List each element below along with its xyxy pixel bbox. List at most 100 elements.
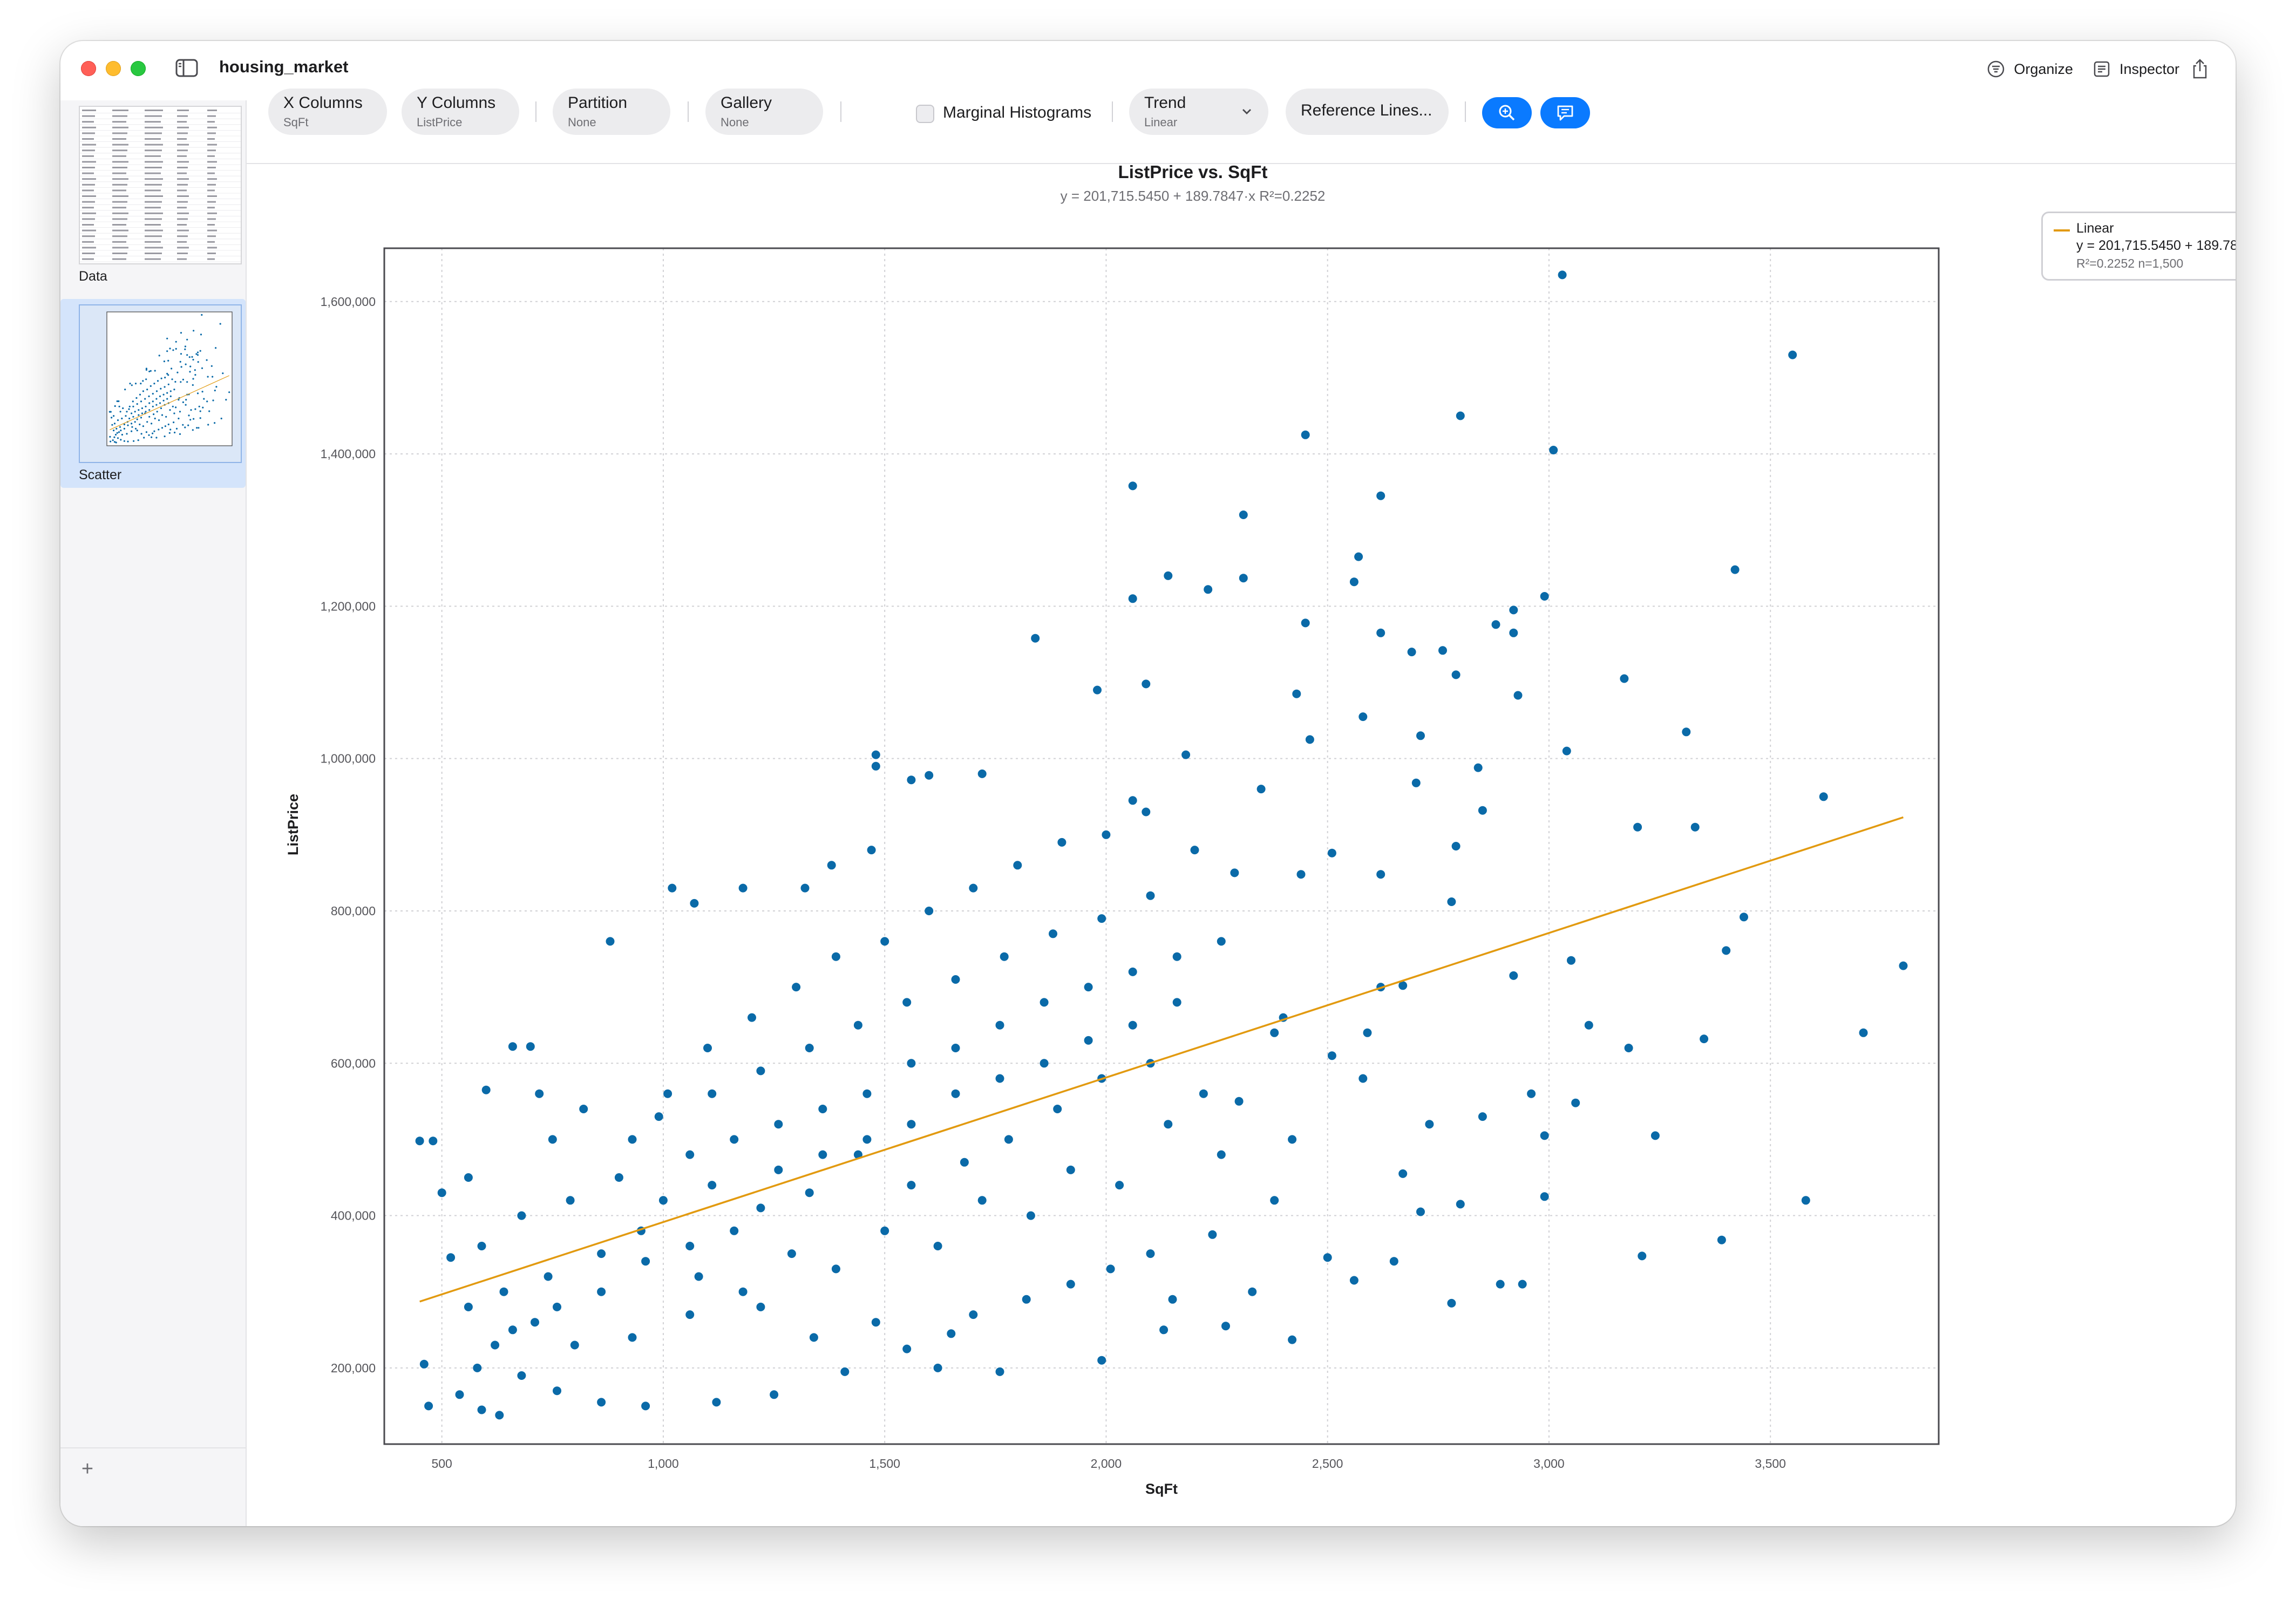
data-point <box>1425 1120 1434 1129</box>
data-point <box>871 750 880 759</box>
data-point <box>1438 646 1447 655</box>
data-point <box>1416 1207 1425 1216</box>
data-point <box>1633 822 1642 832</box>
data-point <box>969 883 978 893</box>
data-point <box>1411 778 1421 787</box>
data-point <box>1190 846 1199 855</box>
data-point <box>1057 838 1067 847</box>
data-point <box>1128 796 1137 805</box>
data-point <box>951 1044 960 1052</box>
data-point <box>499 1287 508 1296</box>
legend-series-name: Linear <box>2076 221 2114 236</box>
data-point <box>1540 592 1549 601</box>
plot-frame <box>383 247 1940 1445</box>
data-point <box>1013 861 1022 870</box>
y-tick-label: 1,000,000 <box>321 752 376 766</box>
data-point <box>1700 1035 1709 1044</box>
data-point <box>1899 961 1908 970</box>
data-point <box>1349 577 1358 587</box>
data-point <box>1456 411 1465 420</box>
scatter-chart[interactable]: ListPrice vs. SqFt y = 201,715.5450 + 189… <box>60 41 2236 1526</box>
data-point <box>473 1363 482 1372</box>
data-point <box>1801 1196 1810 1205</box>
data-point <box>787 1249 796 1258</box>
data-point <box>1722 946 1731 955</box>
data-point <box>1084 983 1093 992</box>
data-point <box>1376 491 1385 500</box>
data-point <box>1740 913 1748 922</box>
data-point <box>1256 785 1266 794</box>
data-point <box>756 1203 765 1213</box>
data-point <box>606 937 615 946</box>
data-point <box>508 1042 517 1051</box>
data-point <box>871 1318 880 1327</box>
data-point <box>1296 870 1306 879</box>
data-point <box>738 883 748 893</box>
trend-line <box>419 816 1904 1303</box>
x-tick-label: 3,000 <box>1533 1457 1565 1471</box>
data-point <box>464 1302 473 1311</box>
data-point <box>1638 1251 1647 1261</box>
y-tick-label: 1,200,000 <box>321 599 376 613</box>
data-point <box>1288 1335 1297 1344</box>
data-point <box>1234 1097 1244 1106</box>
data-point <box>1270 1028 1279 1037</box>
data-point <box>907 1120 916 1129</box>
data-point <box>969 1310 978 1319</box>
data-point <box>995 1074 1004 1083</box>
x-tick-label: 3,500 <box>1755 1457 1786 1471</box>
data-point <box>708 1181 717 1190</box>
data-point <box>526 1042 535 1051</box>
data-point <box>1509 971 1518 980</box>
data-point <box>1221 1322 1230 1331</box>
data-point <box>658 1196 668 1205</box>
data-point <box>1491 620 1500 629</box>
data-point <box>1164 1120 1173 1129</box>
data-point <box>880 1226 889 1235</box>
data-point <box>947 1329 956 1338</box>
data-point <box>1349 1276 1358 1285</box>
x-tick-label: 2,500 <box>1312 1457 1343 1471</box>
data-point <box>1323 1253 1332 1262</box>
data-point <box>1788 350 1797 359</box>
data-point <box>685 1150 695 1159</box>
data-point <box>1456 1200 1465 1209</box>
data-point <box>951 1089 960 1098</box>
data-point <box>1128 481 1137 491</box>
data-point <box>1558 270 1567 280</box>
data-point <box>809 1333 818 1342</box>
data-point <box>792 983 801 992</box>
data-point <box>628 1333 637 1342</box>
data-point <box>455 1390 464 1399</box>
data-point <box>1301 430 1310 439</box>
data-point <box>933 1242 942 1250</box>
data-point <box>668 883 677 893</box>
data-point <box>419 1359 429 1369</box>
data-point <box>1097 914 1106 923</box>
data-point <box>831 1264 840 1274</box>
data-point <box>774 1120 783 1129</box>
data-point <box>1040 1059 1049 1068</box>
data-point <box>907 775 916 785</box>
data-point <box>508 1325 517 1335</box>
data-point <box>641 1401 650 1411</box>
data-point <box>902 1344 912 1353</box>
data-point <box>1447 1298 1456 1308</box>
data-point <box>708 1089 717 1098</box>
data-point <box>1451 670 1461 679</box>
chart-legend[interactable]: Linear y = 201,715.5450 + 189.7847·x R²=… <box>2041 212 2236 281</box>
data-point <box>907 1181 916 1190</box>
data-point <box>1230 868 1239 877</box>
data-point <box>1093 685 1102 695</box>
data-point <box>1066 1165 1075 1174</box>
data-point <box>1239 574 1248 583</box>
data-point <box>925 907 934 915</box>
data-point <box>1159 1325 1169 1335</box>
data-point <box>1128 594 1137 603</box>
legend-equation: y = 201,715.5450 + 189.7847·x <box>2076 238 2236 253</box>
data-point <box>1142 679 1151 689</box>
data-point <box>535 1089 544 1098</box>
data-point <box>1142 807 1151 816</box>
data-point <box>1624 1044 1633 1052</box>
data-point <box>1301 618 1310 628</box>
